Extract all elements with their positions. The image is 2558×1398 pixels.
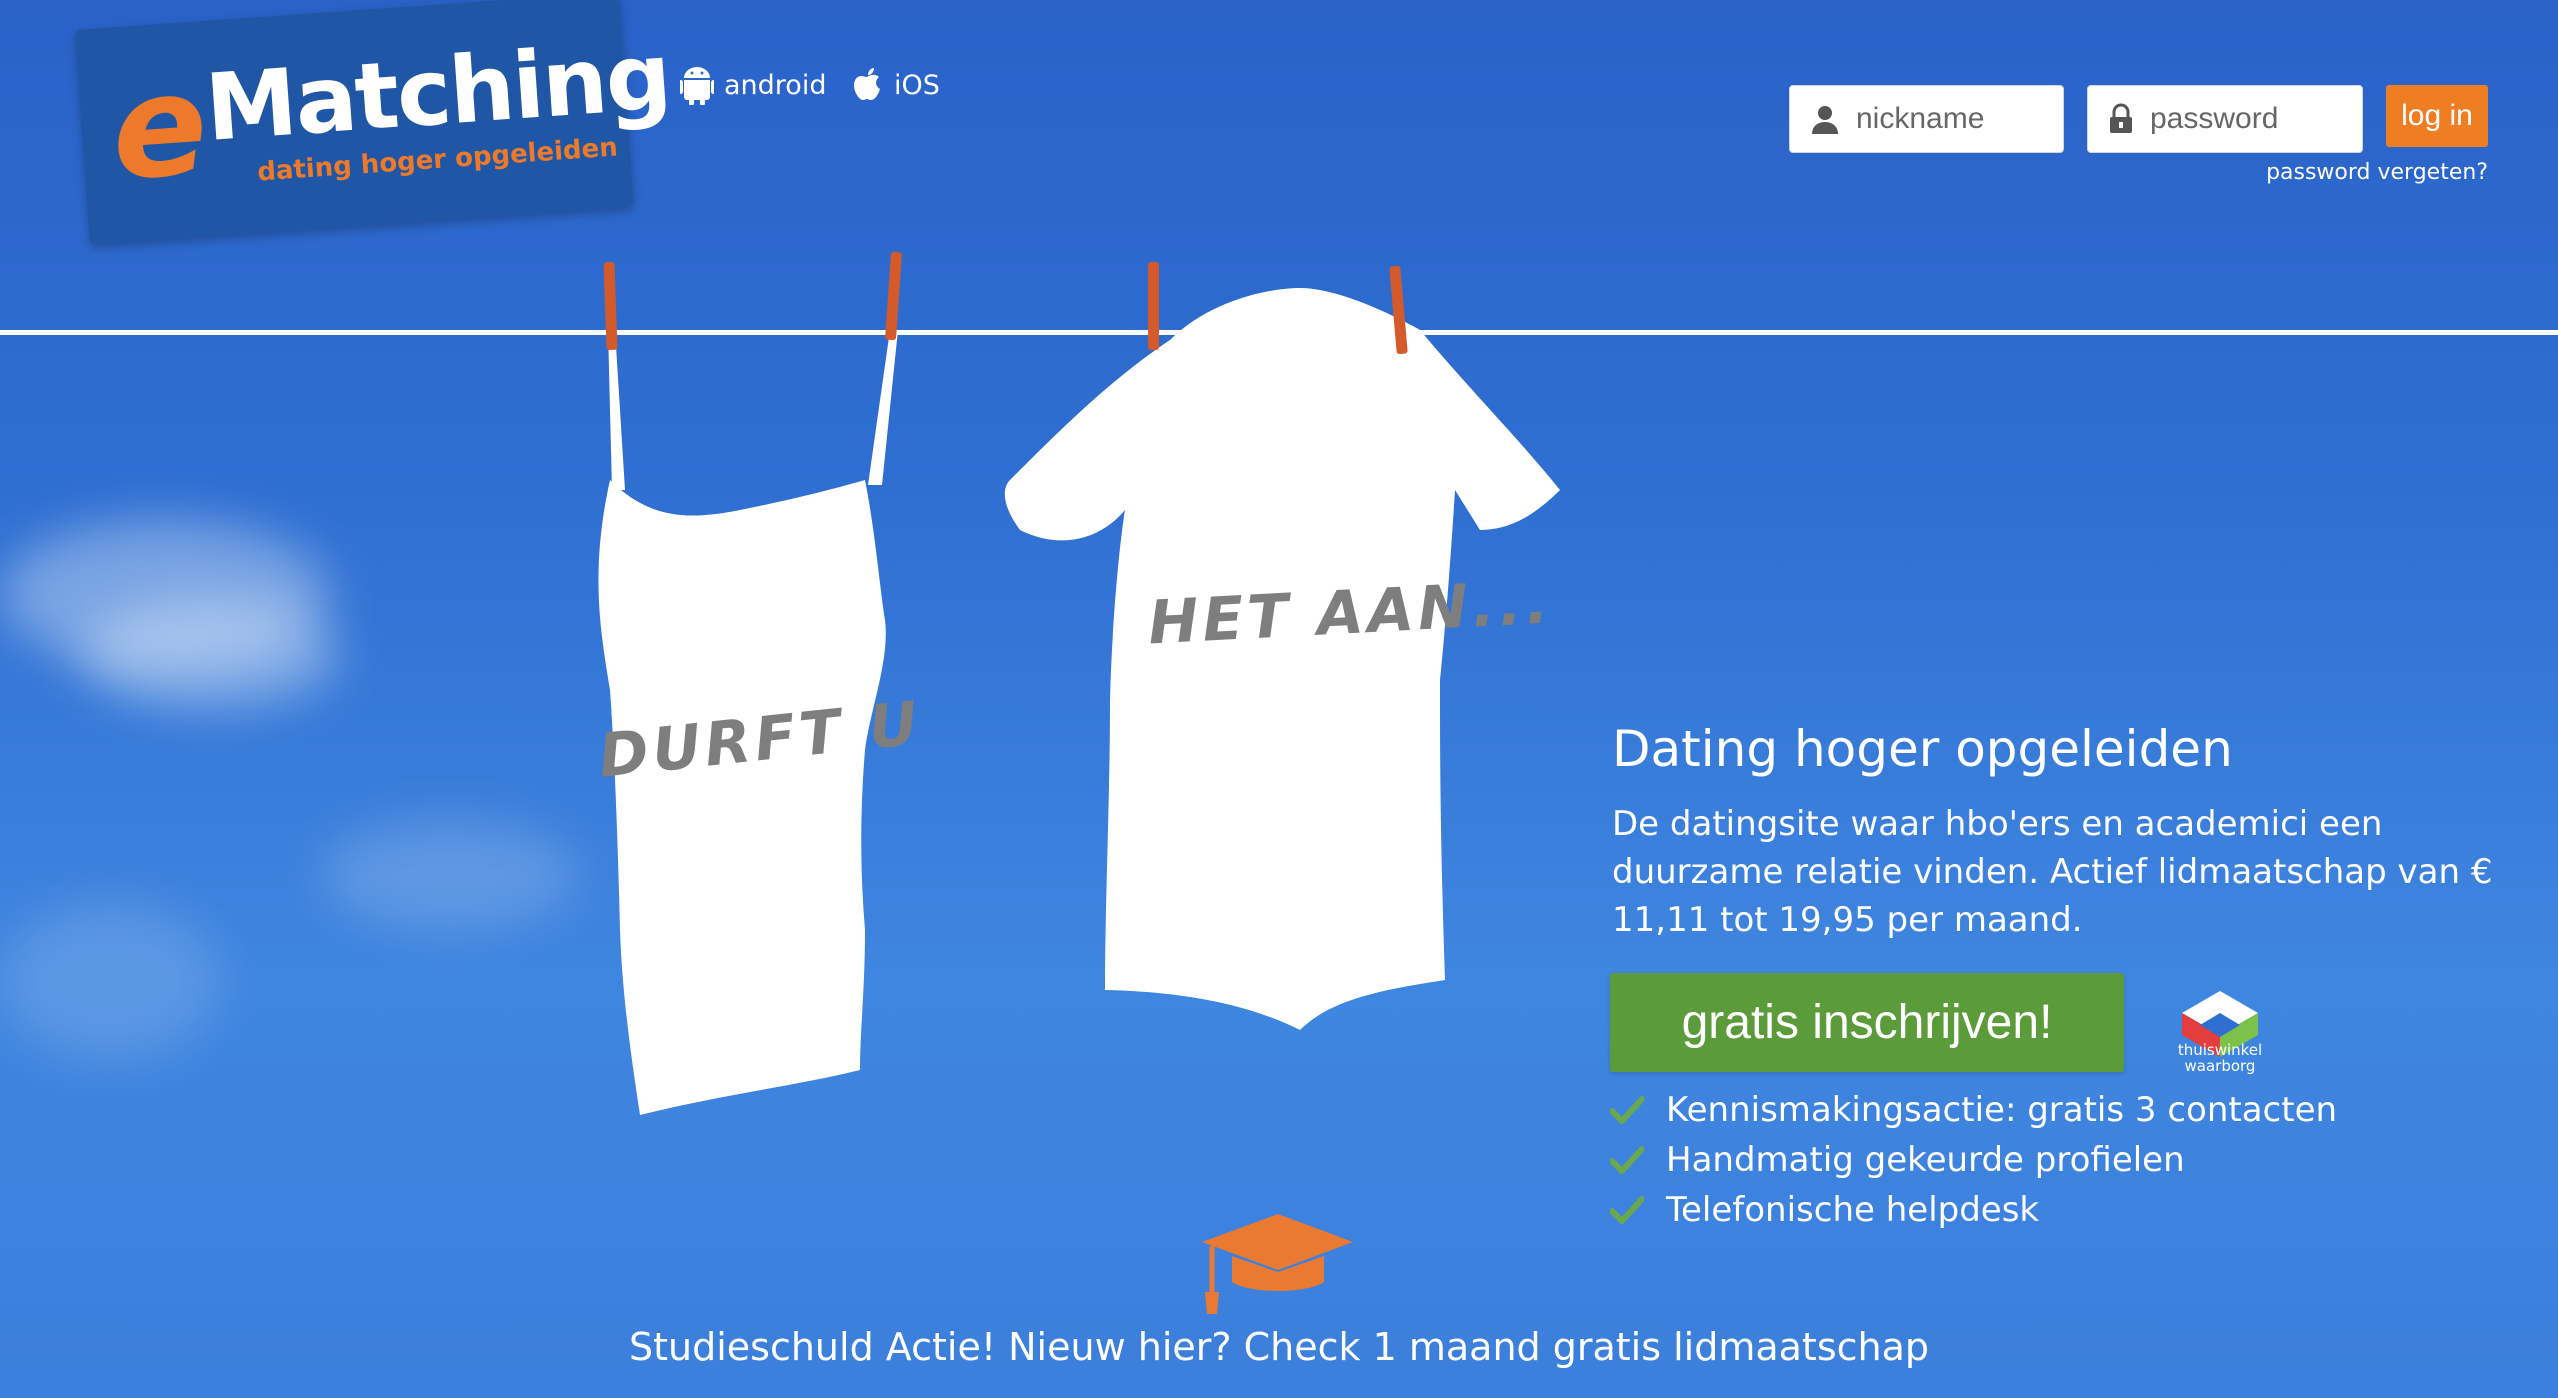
feature-list: Kennismakingsactie: gratis 3 contacten H… <box>1610 1085 2337 1235</box>
badge-label-line1: thuiswinkel <box>2177 1041 2263 1059</box>
login-button[interactable]: log in <box>2386 85 2488 147</box>
password-field[interactable] <box>2087 85 2363 153</box>
cloud <box>80 600 340 710</box>
list-item: Handmatig gekeurde profielen <box>1610 1135 2337 1185</box>
badge-label-line2: waarborg <box>2184 1057 2256 1075</box>
android-label: android <box>724 69 827 101</box>
apple-icon <box>854 68 880 100</box>
check-icon <box>1610 1096 1644 1124</box>
ios-label: iOS <box>894 69 940 101</box>
logo-letter: e <box>106 43 213 213</box>
nickname-input[interactable] <box>1854 101 2058 137</box>
list-item: Kennismakingsactie: gratis 3 contacten <box>1610 1085 2337 1135</box>
hero-subtext: De datingsite waar hbo'ers en academici … <box>1612 804 2493 940</box>
list-item: Telefonische helpdesk <box>1610 1185 2337 1235</box>
android-icon <box>680 67 714 105</box>
signup-button[interactable]: gratis inschrijven! <box>1610 973 2124 1072</box>
t-shirt <box>1004 288 1560 1030</box>
cloud <box>320 820 580 930</box>
graduation-cap-icon <box>1202 1214 1353 1314</box>
nickname-field[interactable] <box>1789 85 2064 153</box>
feature-text: Handmatig gekeurde profielen <box>1666 1140 2185 1180</box>
ios-app-link[interactable]: iOS <box>850 65 940 105</box>
logo[interactable]: e Matching dating hoger opgeleiden <box>75 0 673 245</box>
badge-label: thuiswinkel waarborg <box>2168 1042 2272 1074</box>
password-input[interactable] <box>2148 101 2352 137</box>
check-icon <box>1610 1146 1644 1174</box>
lock-icon <box>2110 103 2132 133</box>
cloud <box>0 900 220 1060</box>
clothespin <box>1148 262 1159 350</box>
hero-headline: Dating hoger opgeleiden <box>1612 720 2233 778</box>
feature-text: Kennismakingsactie: gratis 3 contacten <box>1666 1090 2338 1130</box>
study-debt-promo-link[interactable]: Studieschuld Actie! Nieuw hier? Check 1 … <box>0 1325 2558 1369</box>
forgot-password-link[interactable]: password vergeten? <box>2230 160 2488 185</box>
android-app-link[interactable]: android <box>680 65 826 105</box>
user-icon <box>1812 106 1838 134</box>
feature-text: Telefonische helpdesk <box>1666 1190 2040 1230</box>
check-icon <box>1610 1196 1644 1224</box>
